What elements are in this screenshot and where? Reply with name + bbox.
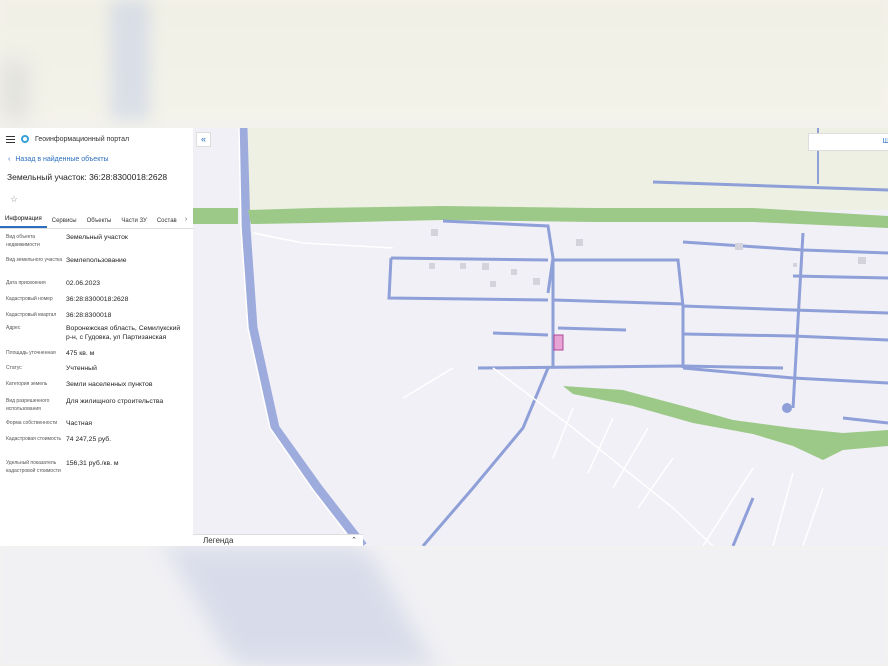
- blurred-road: [110, 0, 150, 120]
- property-row: Статус Учтенный: [0, 364, 193, 380]
- legend-bar[interactable]: Легенда ⌃: [193, 534, 363, 546]
- street-endpoint-marker: [782, 403, 792, 413]
- property-label: Площадь уточненная: [6, 350, 56, 356]
- property-label: Кадастровый номер: [6, 296, 53, 302]
- property-label: Дата присвоения: [6, 280, 46, 286]
- hamburger-menu-icon[interactable]: [6, 135, 15, 143]
- property-label: Кадастровая стоимость: [6, 436, 62, 442]
- forest-strip: [193, 208, 238, 224]
- chevron-left-icon: ‹: [8, 155, 11, 163]
- tab-information[interactable]: Информация: [0, 216, 47, 228]
- property-value: Воронежская область, Семилукский р-н, с …: [66, 325, 181, 341]
- legend-toggle-icon[interactable]: ⌃: [351, 536, 357, 544]
- property-value: Частная: [66, 420, 93, 427]
- property-value: 475 кв. м: [66, 350, 95, 357]
- property-value: Земли населенных пунктов: [66, 381, 153, 388]
- tabs-scroll-right-icon[interactable]: ›: [181, 214, 191, 226]
- property-row: Вид объекта недвижимости Земельный участ…: [0, 233, 193, 256]
- panel-header: Геоинформационный портал: [0, 128, 193, 150]
- property-row: Площадь уточненная 475 кв. м: [0, 349, 193, 364]
- blurred-background-top: [0, 0, 888, 120]
- property-row: Кадастровая стоимость 74 247,25 руб.: [0, 435, 193, 459]
- property-value: Учтенный: [66, 365, 97, 372]
- tab-composition[interactable]: Состав: [152, 218, 182, 228]
- property-label: Категория земель: [6, 381, 48, 387]
- tab-parcel-parts[interactable]: Части ЗУ: [116, 218, 151, 228]
- street-network: [387, 219, 888, 546]
- property-value: 74 247,25 руб.: [66, 436, 112, 443]
- blurred-road: [165, 546, 435, 666]
- property-row: Кадастровый номер 36:28:8300018:2628: [0, 295, 193, 311]
- back-link-label: Назад в найденные объекты: [15, 155, 109, 163]
- property-value: Землепользование: [66, 257, 127, 264]
- property-row: Кадастровый квартал 36:28:8300018: [0, 311, 193, 324]
- property-row: Вид разрешенного использования Для жилищ…: [0, 397, 193, 419]
- legend-label: Легенда: [203, 536, 234, 545]
- portal-window: Геоинформационный портал ‹ Назад в найде…: [0, 128, 888, 546]
- tab-services[interactable]: Сервисы: [47, 218, 82, 228]
- property-label: Вид разрешенного использования: [6, 398, 50, 412]
- property-row: Удельный показатель кадастровой стоимост…: [0, 459, 193, 489]
- blurred-shape: [0, 60, 30, 120]
- blurred-background-bottom: [0, 546, 888, 666]
- forest-strip: [563, 386, 888, 460]
- map-view[interactable]: « Ш Легенда ⌃: [193, 128, 888, 546]
- property-row: Вид земельного участка Землепользование: [0, 256, 193, 279]
- property-label: Удельный показатель кадастровой стоимост…: [6, 460, 61, 474]
- property-value: 156,31 руб./кв. м: [66, 460, 119, 467]
- info-tabs: Информация Сервисы Объекты Части ЗУ Сост…: [0, 212, 193, 229]
- property-row: Адрес Воронежская область, Семилукский р…: [0, 324, 193, 349]
- property-value: 02.06.2023: [66, 280, 101, 287]
- property-value: 36:28:8300018:2628: [66, 296, 129, 303]
- property-label: Адрес: [6, 325, 21, 331]
- property-row: Дата присвоения 02.06.2023: [0, 279, 193, 295]
- info-panel: Геоинформационный портал ‹ Назад в найде…: [0, 128, 194, 546]
- favorite-star-icon[interactable]: ☆: [0, 190, 193, 210]
- property-value: Земельный участок: [66, 234, 128, 241]
- property-label: Вид объекта недвижимости: [6, 234, 40, 248]
- property-list: Вид объекта недвижимости Земельный участ…: [0, 229, 193, 489]
- property-row: Категория земель Земли населенных пункто…: [0, 380, 193, 397]
- property-row: Форма собственности Частная: [0, 419, 193, 435]
- portal-title: Геоинформационный портал: [35, 135, 130, 143]
- property-label: Статус: [6, 365, 22, 371]
- property-label: Вид земельного участка: [6, 257, 63, 263]
- tab-objects[interactable]: Объекты: [82, 218, 117, 228]
- collapse-panel-button[interactable]: «: [196, 132, 211, 147]
- property-value: Для жилищного строительства: [66, 398, 164, 405]
- farmland-area: [248, 128, 888, 210]
- property-label: Форма собственности: [6, 420, 58, 426]
- map-canvas[interactable]: [193, 128, 888, 546]
- map-search-box[interactable]: Ш: [808, 133, 888, 151]
- property-label: Кадастровый квартал: [6, 312, 57, 318]
- property-value: 36:28:8300018: [66, 312, 112, 319]
- selected-parcel: [553, 334, 564, 351]
- back-to-results-link[interactable]: ‹ Назад в найденные объекты: [0, 150, 193, 168]
- object-title: Земельный участок: 36:28:8300018:2628: [7, 172, 168, 182]
- portal-logo-icon: [21, 135, 29, 143]
